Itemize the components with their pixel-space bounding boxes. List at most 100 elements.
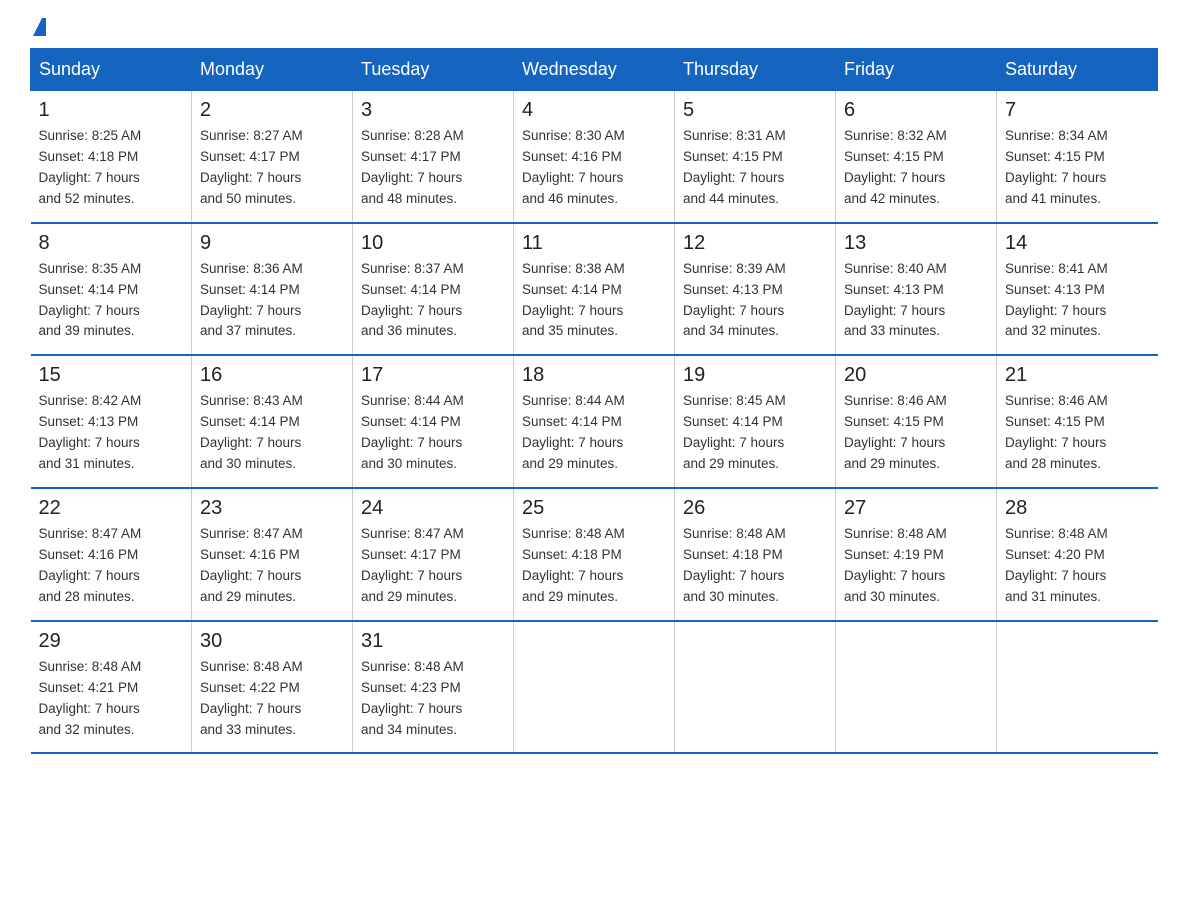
calendar-cell: 14 Sunrise: 8:41 AM Sunset: 4:13 PM Dayl…: [997, 223, 1158, 356]
calendar-cell: 18 Sunrise: 8:44 AM Sunset: 4:14 PM Dayl…: [514, 355, 675, 488]
sunset-label: Sunset: 4:16 PM: [522, 149, 622, 164]
weekday-header-friday: Friday: [836, 49, 997, 91]
day-info: Sunrise: 8:28 AM Sunset: 4:17 PM Dayligh…: [361, 126, 505, 210]
daylight-minutes: and 29 minutes.: [683, 456, 779, 471]
sunset-label: Sunset: 4:19 PM: [844, 547, 944, 562]
sunset-label: Sunset: 4:20 PM: [1005, 547, 1105, 562]
sunrise-label: Sunrise: 8:27 AM: [200, 128, 303, 143]
daylight-label: Daylight: 7 hours: [844, 568, 945, 583]
sunrise-label: Sunrise: 8:47 AM: [39, 526, 142, 541]
day-info: Sunrise: 8:44 AM Sunset: 4:14 PM Dayligh…: [522, 391, 666, 475]
day-info: Sunrise: 8:40 AM Sunset: 4:13 PM Dayligh…: [844, 259, 988, 343]
day-number: 15: [39, 364, 184, 387]
sunset-label: Sunset: 4:14 PM: [200, 414, 300, 429]
day-info: Sunrise: 8:48 AM Sunset: 4:18 PM Dayligh…: [522, 524, 666, 608]
sunrise-label: Sunrise: 8:40 AM: [844, 261, 947, 276]
daylight-label: Daylight: 7 hours: [522, 435, 623, 450]
day-number: 13: [844, 232, 988, 255]
sunrise-label: Sunrise: 8:35 AM: [39, 261, 142, 276]
sunset-label: Sunset: 4:14 PM: [522, 282, 622, 297]
daylight-label: Daylight: 7 hours: [361, 568, 462, 583]
sunrise-label: Sunrise: 8:41 AM: [1005, 261, 1108, 276]
daylight-label: Daylight: 7 hours: [844, 303, 945, 318]
calendar-cell: 3 Sunrise: 8:28 AM Sunset: 4:17 PM Dayli…: [353, 91, 514, 223]
sunset-label: Sunset: 4:18 PM: [39, 149, 139, 164]
day-number: 20: [844, 364, 988, 387]
sunrise-label: Sunrise: 8:48 AM: [844, 526, 947, 541]
daylight-minutes: and 35 minutes.: [522, 323, 618, 338]
daylight-label: Daylight: 7 hours: [200, 303, 301, 318]
calendar-cell: 20 Sunrise: 8:46 AM Sunset: 4:15 PM Dayl…: [836, 355, 997, 488]
calendar-cell: 7 Sunrise: 8:34 AM Sunset: 4:15 PM Dayli…: [997, 91, 1158, 223]
sunset-label: Sunset: 4:16 PM: [200, 547, 300, 562]
sunset-label: Sunset: 4:13 PM: [683, 282, 783, 297]
sunrise-label: Sunrise: 8:47 AM: [200, 526, 303, 541]
day-number: 4: [522, 99, 666, 122]
calendar-cell: 15 Sunrise: 8:42 AM Sunset: 4:13 PM Dayl…: [31, 355, 192, 488]
sunrise-label: Sunrise: 8:38 AM: [522, 261, 625, 276]
day-number: 17: [361, 364, 505, 387]
day-info: Sunrise: 8:46 AM Sunset: 4:15 PM Dayligh…: [1005, 391, 1150, 475]
daylight-minutes: and 29 minutes.: [522, 456, 618, 471]
daylight-label: Daylight: 7 hours: [39, 568, 140, 583]
calendar-cell: 25 Sunrise: 8:48 AM Sunset: 4:18 PM Dayl…: [514, 488, 675, 621]
weekday-header-monday: Monday: [192, 49, 353, 91]
calendar-cell: 9 Sunrise: 8:36 AM Sunset: 4:14 PM Dayli…: [192, 223, 353, 356]
daylight-label: Daylight: 7 hours: [522, 568, 623, 583]
calendar-cell: 6 Sunrise: 8:32 AM Sunset: 4:15 PM Dayli…: [836, 91, 997, 223]
sunset-label: Sunset: 4:15 PM: [1005, 149, 1105, 164]
day-info: Sunrise: 8:37 AM Sunset: 4:14 PM Dayligh…: [361, 259, 505, 343]
daylight-minutes: and 30 minutes.: [200, 456, 296, 471]
day-info: Sunrise: 8:30 AM Sunset: 4:16 PM Dayligh…: [522, 126, 666, 210]
daylight-minutes: and 34 minutes.: [683, 323, 779, 338]
daylight-minutes: and 32 minutes.: [1005, 323, 1101, 338]
page-header: [30, 20, 1158, 38]
calendar-cell: 17 Sunrise: 8:44 AM Sunset: 4:14 PM Dayl…: [353, 355, 514, 488]
sunrise-label: Sunrise: 8:25 AM: [39, 128, 142, 143]
daylight-label: Daylight: 7 hours: [522, 170, 623, 185]
sunrise-label: Sunrise: 8:45 AM: [683, 393, 786, 408]
daylight-minutes: and 37 minutes.: [200, 323, 296, 338]
calendar-week-row: 29 Sunrise: 8:48 AM Sunset: 4:21 PM Dayl…: [31, 621, 1158, 754]
sunrise-label: Sunrise: 8:39 AM: [683, 261, 786, 276]
calendar-cell: 31 Sunrise: 8:48 AM Sunset: 4:23 PM Dayl…: [353, 621, 514, 754]
daylight-label: Daylight: 7 hours: [1005, 568, 1106, 583]
day-number: 18: [522, 364, 666, 387]
calendar-week-row: 8 Sunrise: 8:35 AM Sunset: 4:14 PM Dayli…: [31, 223, 1158, 356]
sunrise-label: Sunrise: 8:30 AM: [522, 128, 625, 143]
calendar-cell: [997, 621, 1158, 754]
daylight-minutes: and 30 minutes.: [683, 589, 779, 604]
calendar-cell: 12 Sunrise: 8:39 AM Sunset: 4:13 PM Dayl…: [675, 223, 836, 356]
sunset-label: Sunset: 4:15 PM: [1005, 414, 1105, 429]
daylight-label: Daylight: 7 hours: [39, 701, 140, 716]
day-info: Sunrise: 8:41 AM Sunset: 4:13 PM Dayligh…: [1005, 259, 1150, 343]
day-number: 2: [200, 99, 344, 122]
sunset-label: Sunset: 4:14 PM: [361, 414, 461, 429]
daylight-minutes: and 52 minutes.: [39, 191, 135, 206]
day-number: 22: [39, 497, 184, 520]
sunset-label: Sunset: 4:13 PM: [1005, 282, 1105, 297]
calendar-cell: 11 Sunrise: 8:38 AM Sunset: 4:14 PM Dayl…: [514, 223, 675, 356]
weekday-header-row: SundayMondayTuesdayWednesdayThursdayFrid…: [31, 49, 1158, 91]
day-number: 9: [200, 232, 344, 255]
day-info: Sunrise: 8:42 AM Sunset: 4:13 PM Dayligh…: [39, 391, 184, 475]
sunset-label: Sunset: 4:14 PM: [522, 414, 622, 429]
sunrise-label: Sunrise: 8:48 AM: [522, 526, 625, 541]
sunrise-label: Sunrise: 8:31 AM: [683, 128, 786, 143]
daylight-minutes: and 31 minutes.: [39, 456, 135, 471]
day-info: Sunrise: 8:36 AM Sunset: 4:14 PM Dayligh…: [200, 259, 344, 343]
weekday-header-tuesday: Tuesday: [353, 49, 514, 91]
daylight-minutes: and 46 minutes.: [522, 191, 618, 206]
day-number: 6: [844, 99, 988, 122]
day-number: 1: [39, 99, 184, 122]
daylight-minutes: and 36 minutes.: [361, 323, 457, 338]
daylight-minutes: and 33 minutes.: [200, 722, 296, 737]
day-number: 3: [361, 99, 505, 122]
day-info: Sunrise: 8:45 AM Sunset: 4:14 PM Dayligh…: [683, 391, 827, 475]
sunrise-label: Sunrise: 8:48 AM: [1005, 526, 1108, 541]
daylight-minutes: and 32 minutes.: [39, 722, 135, 737]
calendar-week-row: 15 Sunrise: 8:42 AM Sunset: 4:13 PM Dayl…: [31, 355, 1158, 488]
day-info: Sunrise: 8:48 AM Sunset: 4:19 PM Dayligh…: [844, 524, 988, 608]
daylight-minutes: and 29 minutes.: [844, 456, 940, 471]
daylight-minutes: and 50 minutes.: [200, 191, 296, 206]
